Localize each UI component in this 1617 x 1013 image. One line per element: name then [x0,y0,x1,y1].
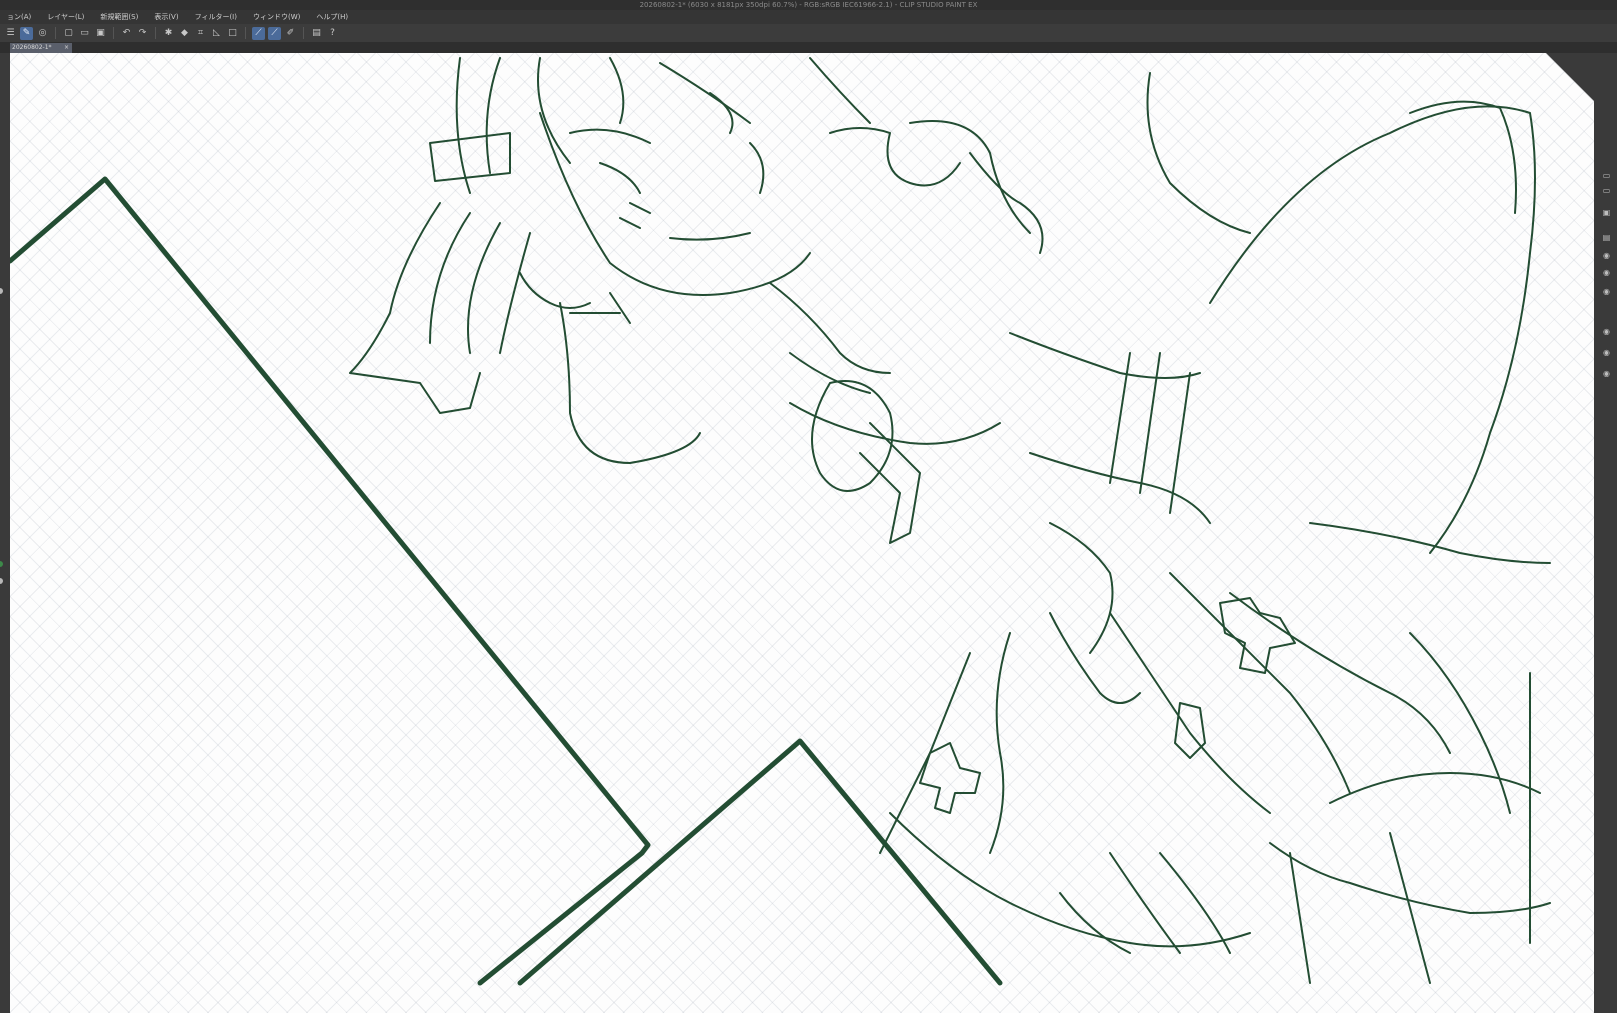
document-tab-bar: 20260802-1* × [0,42,1617,53]
panel-icon[interactable]: ▭ [1602,171,1611,180]
panel-icon[interactable]: ▭ [1602,186,1611,195]
brush-icon[interactable]: ✎ [20,26,33,40]
menu-item-window[interactable]: ウィンドウ(W) [246,10,309,24]
toolbar-divider [245,27,246,39]
menu-item-help[interactable]: ヘルプ(H) [309,10,357,24]
command-bar: ☰ ✎ ◎ ▢ ▭ ▣ ↶ ↷ ✱ ◆ ⌗ ◺ □ ⟋ ⟋ ✐ ▤ ? [0,24,1617,42]
right-panel-edge: ▭ ▭ ▣ ▤ ◉ ◉ ◉ ◉ ◉ ◉ [1594,53,1617,1013]
palette-icon[interactable]: ◎ [36,27,49,40]
menu-item-filter[interactable]: フィルター(I) [188,10,246,24]
select-icon[interactable]: □ [226,27,239,40]
menu-bar: ョン(A) レイヤー(L) 新規範囲(S) 表示(V) フィルター(I) ウィン… [0,10,1617,24]
menu-item-view[interactable]: 表示(V) [147,10,187,24]
open-folder-icon[interactable]: ▭ [78,27,91,40]
panel-handle[interactable] [0,578,3,584]
eye-icon[interactable]: ◉ [1602,287,1611,296]
panel-frame-left [10,176,651,986]
redo-icon[interactable]: ↷ [136,27,149,40]
document-tab-label: 20260802-1* [12,44,52,51]
sketch-artwork [10,57,1551,986]
layer-icon[interactable]: ▤ [310,27,323,40]
toolbar-divider [113,27,114,39]
canvas-corner-mask [1546,53,1594,101]
pen-icon[interactable]: ⟋ [252,26,265,40]
new-document-icon[interactable]: ▢ [62,27,75,40]
drawing-canvas[interactable] [10,53,1594,1013]
eye-icon[interactable]: ◉ [1602,369,1611,378]
eye-icon[interactable]: ◉ [1602,251,1611,260]
panel-icon[interactable]: ▣ [1602,208,1611,217]
eye-icon[interactable]: ◉ [1602,268,1611,277]
fill-icon[interactable]: ◆ [178,27,191,40]
ruler-icon[interactable]: ◺ [210,27,223,40]
menu-item-layer[interactable]: レイヤー(L) [40,10,93,24]
edit-icon[interactable]: ✐ [284,27,297,40]
character-sketch [349,57,1551,984]
eye-icon[interactable]: ◉ [1602,327,1611,336]
menu-item-select[interactable]: 新規範囲(S) [93,10,147,24]
toolbar-divider [303,27,304,39]
eye-icon[interactable]: ◉ [1602,348,1611,357]
menu-icon[interactable]: ☰ [4,27,17,40]
save-icon[interactable]: ▣ [94,27,107,40]
toolbar-divider [55,27,56,39]
menu-item-animation[interactable]: ョン(A) [0,10,40,24]
document-tab[interactable]: 20260802-1* × [10,43,72,53]
line-icon[interactable]: ⟋ [268,26,281,40]
layer-icon[interactable]: ▤ [1602,233,1611,242]
help-icon[interactable]: ? [326,27,339,40]
settings-icon[interactable]: ✱ [162,27,175,40]
panel-handle[interactable] [0,561,3,567]
transform-icon[interactable]: ⌗ [194,27,207,40]
panel-handle[interactable] [0,288,3,294]
window-title: 20260802-1* (6030 x 8181px 350dpi 60.7%)… [0,0,1617,10]
undo-icon[interactable]: ↶ [120,27,133,40]
toolbar-divider [155,27,156,39]
close-icon[interactable]: × [64,43,69,53]
left-panel-edge [0,53,10,1013]
